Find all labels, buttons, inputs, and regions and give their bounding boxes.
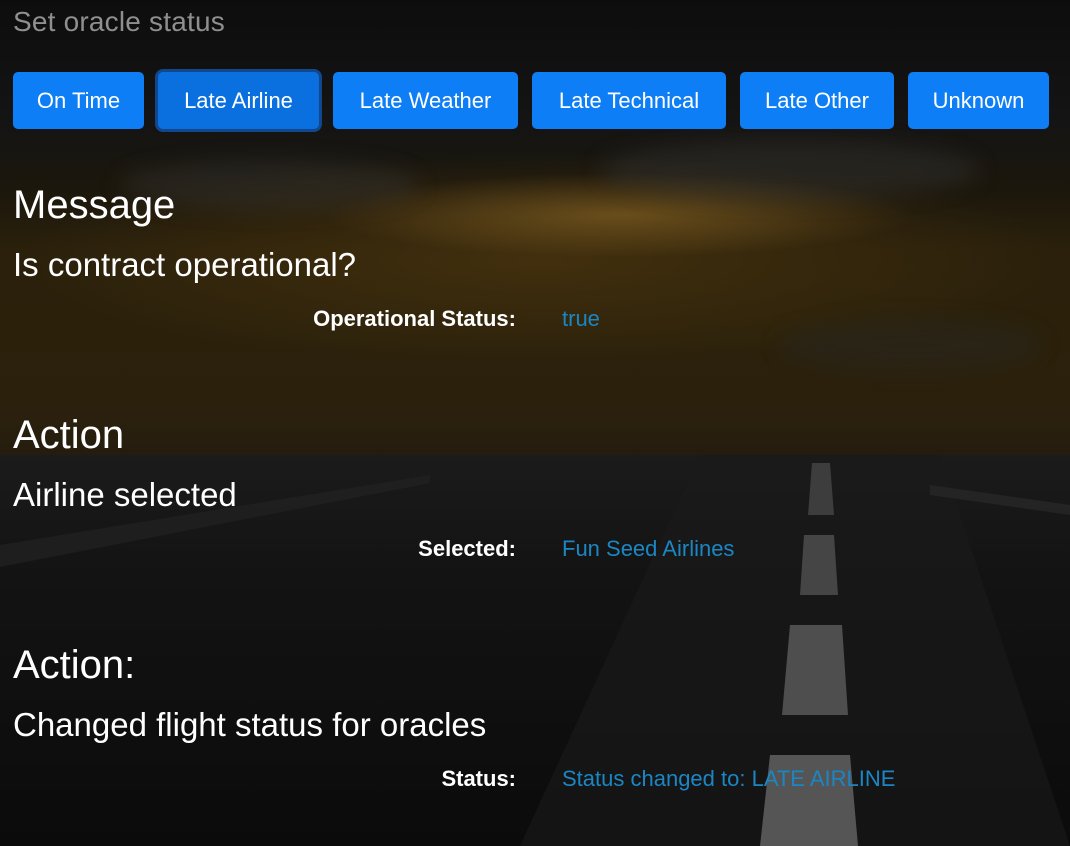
selected-value: Fun Seed Airlines	[562, 536, 735, 561]
late-airline-button[interactable]: Late Airline	[158, 72, 319, 129]
message-heading: Message	[13, 183, 176, 227]
selected-label: Selected:	[418, 536, 516, 561]
unknown-button[interactable]: Unknown	[908, 72, 1049, 129]
action-subheading: Airline selected	[13, 476, 237, 513]
cloud	[600, 140, 980, 200]
late-technical-button[interactable]: Late Technical	[532, 72, 726, 129]
late-other-button[interactable]: Late Other	[740, 72, 894, 129]
operational-status-label: Operational Status:	[313, 306, 516, 331]
cloud	[780, 320, 1040, 370]
status-label: Status:	[441, 766, 516, 791]
action-heading: Action	[13, 413, 125, 457]
action-status-subheading: Changed flight status for oracles	[13, 706, 487, 743]
action-status-heading: Action:	[13, 643, 136, 687]
operational-status-value: true	[562, 306, 600, 331]
late-weather-button[interactable]: Late Weather	[333, 72, 518, 129]
status-value: Status changed to: LATE AIRLINE	[562, 766, 896, 791]
page-title: Set oracle status	[13, 6, 225, 37]
message-subheading: Is contract operational?	[13, 246, 357, 283]
on-time-button[interactable]: On Time	[13, 72, 144, 129]
oracle-status-buttons: On Time Late Airline Late Weather Late T…	[13, 72, 1049, 129]
